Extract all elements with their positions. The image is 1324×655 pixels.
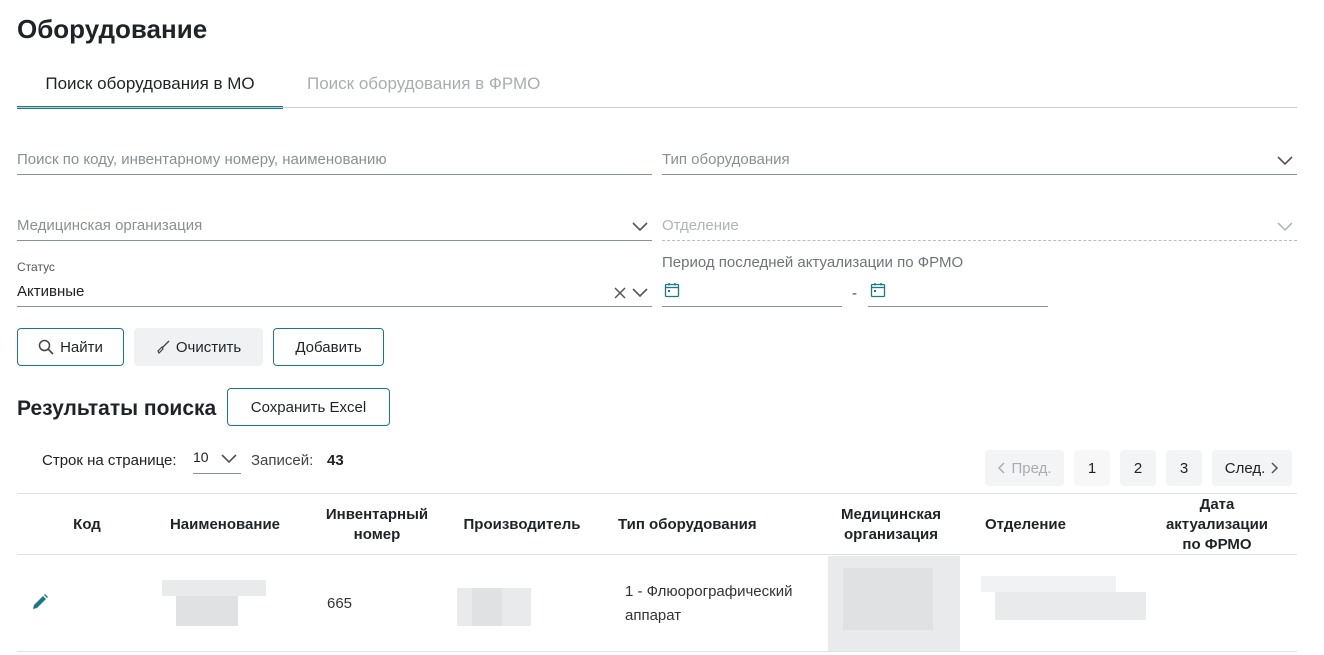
page-button-2[interactable]: 2 xyxy=(1120,450,1156,486)
chevron-right-icon xyxy=(1271,462,1279,474)
search-icon xyxy=(38,339,54,355)
redacted-org xyxy=(843,568,933,630)
save-excel-button[interactable]: Сохранить Excel xyxy=(227,388,390,426)
column-header-dept[interactable]: Отделение xyxy=(985,515,1085,535)
records-label: Записей: xyxy=(251,452,314,469)
column-header-name[interactable]: Наименование xyxy=(160,515,290,535)
chevron-left-icon xyxy=(998,462,1005,474)
tabs-divider xyxy=(17,107,1297,108)
column-header-type[interactable]: Тип оборудования xyxy=(618,515,768,535)
period-label: Период последней актуализации по ФРМО xyxy=(662,254,964,271)
page-title: Оборудование xyxy=(17,14,208,44)
clear-icon[interactable] xyxy=(614,287,626,299)
period-from-input[interactable] xyxy=(662,278,842,307)
add-button[interactable]: Добавить xyxy=(273,328,384,366)
add-button-label: Добавить xyxy=(295,338,362,356)
find-button[interactable]: Найти xyxy=(17,328,124,366)
chevron-down-icon[interactable] xyxy=(221,454,237,464)
find-button-label: Найти xyxy=(60,338,103,356)
page-button-label: 3 xyxy=(1179,459,1189,477)
equipment-type-cell: 1 - Флюорографический аппарат xyxy=(625,583,793,624)
column-header-code[interactable]: Код xyxy=(62,515,112,535)
chevron-down-icon xyxy=(1277,222,1293,232)
calendar-icon[interactable] xyxy=(870,282,886,298)
rows-per-page-select[interactable]: 10 xyxy=(193,447,241,474)
column-header-manufacturer[interactable]: Производитель xyxy=(457,515,587,535)
department-select[interactable]: Отделение xyxy=(662,200,1297,241)
tab-search-mo[interactable]: Поиск оборудования в МО xyxy=(17,72,283,109)
table-header-bottom-border xyxy=(17,554,1297,555)
prev-page-label: Пред. xyxy=(1011,459,1052,477)
clear-button-label: Очистить xyxy=(175,338,242,356)
table-row-border xyxy=(17,651,1297,652)
broom-icon xyxy=(157,340,170,354)
column-header-org[interactable]: Медицинская организация xyxy=(826,505,956,545)
table-header-top-border xyxy=(17,493,1297,494)
chevron-down-icon[interactable] xyxy=(632,222,648,232)
redacted-manufacturer xyxy=(472,588,502,626)
redacted-dept xyxy=(995,592,1146,620)
rows-per-page-label: Строк на странице: xyxy=(42,452,177,469)
med-org-select[interactable]: Медицинская организация xyxy=(17,200,652,241)
period-to-input[interactable] xyxy=(868,278,1048,307)
status-value: Активные xyxy=(17,283,85,300)
column-header-date[interactable]: Дата актуализации по ФРМО xyxy=(1152,495,1282,555)
save-excel-label: Сохранить Excel xyxy=(250,398,367,416)
redacted-name xyxy=(176,596,238,626)
next-page-button[interactable]: След. xyxy=(1212,450,1292,486)
page-button-1[interactable]: 1 xyxy=(1074,450,1110,486)
records-count: 43 xyxy=(327,452,344,469)
med-org-placeholder: Медицинская организация xyxy=(17,217,203,234)
rows-per-page-value: 10 xyxy=(193,449,209,465)
status-label: Статус xyxy=(17,260,55,274)
chevron-down-icon[interactable] xyxy=(1277,156,1293,166)
search-input-placeholder: Поиск по коду, инвентарному номеру, наим… xyxy=(17,151,387,168)
prev-page-button[interactable]: Пред. xyxy=(985,450,1064,486)
next-page-label: След. xyxy=(1224,459,1266,477)
clear-button[interactable]: Очистить xyxy=(134,328,263,366)
chevron-down-icon[interactable] xyxy=(632,288,648,298)
equipment-type-placeholder: Тип оборудования xyxy=(662,151,790,168)
edit-icon[interactable] xyxy=(31,593,49,611)
status-select[interactable]: Статус Активные xyxy=(17,260,652,307)
page-button-label: 1 xyxy=(1087,459,1097,477)
tab-search-frmo[interactable]: Поиск оборудования в ФРМО xyxy=(307,72,540,107)
search-input[interactable]: Поиск по коду, инвентарному номеру, наим… xyxy=(17,134,652,175)
redacted-name xyxy=(162,580,266,596)
period-separator: - xyxy=(852,285,857,302)
department-placeholder: Отделение xyxy=(662,217,739,234)
equipment-type-select[interactable]: Тип оборудования xyxy=(662,134,1297,175)
calendar-icon[interactable] xyxy=(664,282,680,298)
inventory-number-cell: 665 xyxy=(327,595,353,612)
results-title: Результаты поиска xyxy=(17,397,217,420)
column-header-inventory[interactable]: Инвентарный номер xyxy=(317,505,437,545)
redacted-dept xyxy=(981,576,1116,592)
page-button-label: 2 xyxy=(1133,459,1143,477)
page-button-3[interactable]: 3 xyxy=(1166,450,1202,486)
